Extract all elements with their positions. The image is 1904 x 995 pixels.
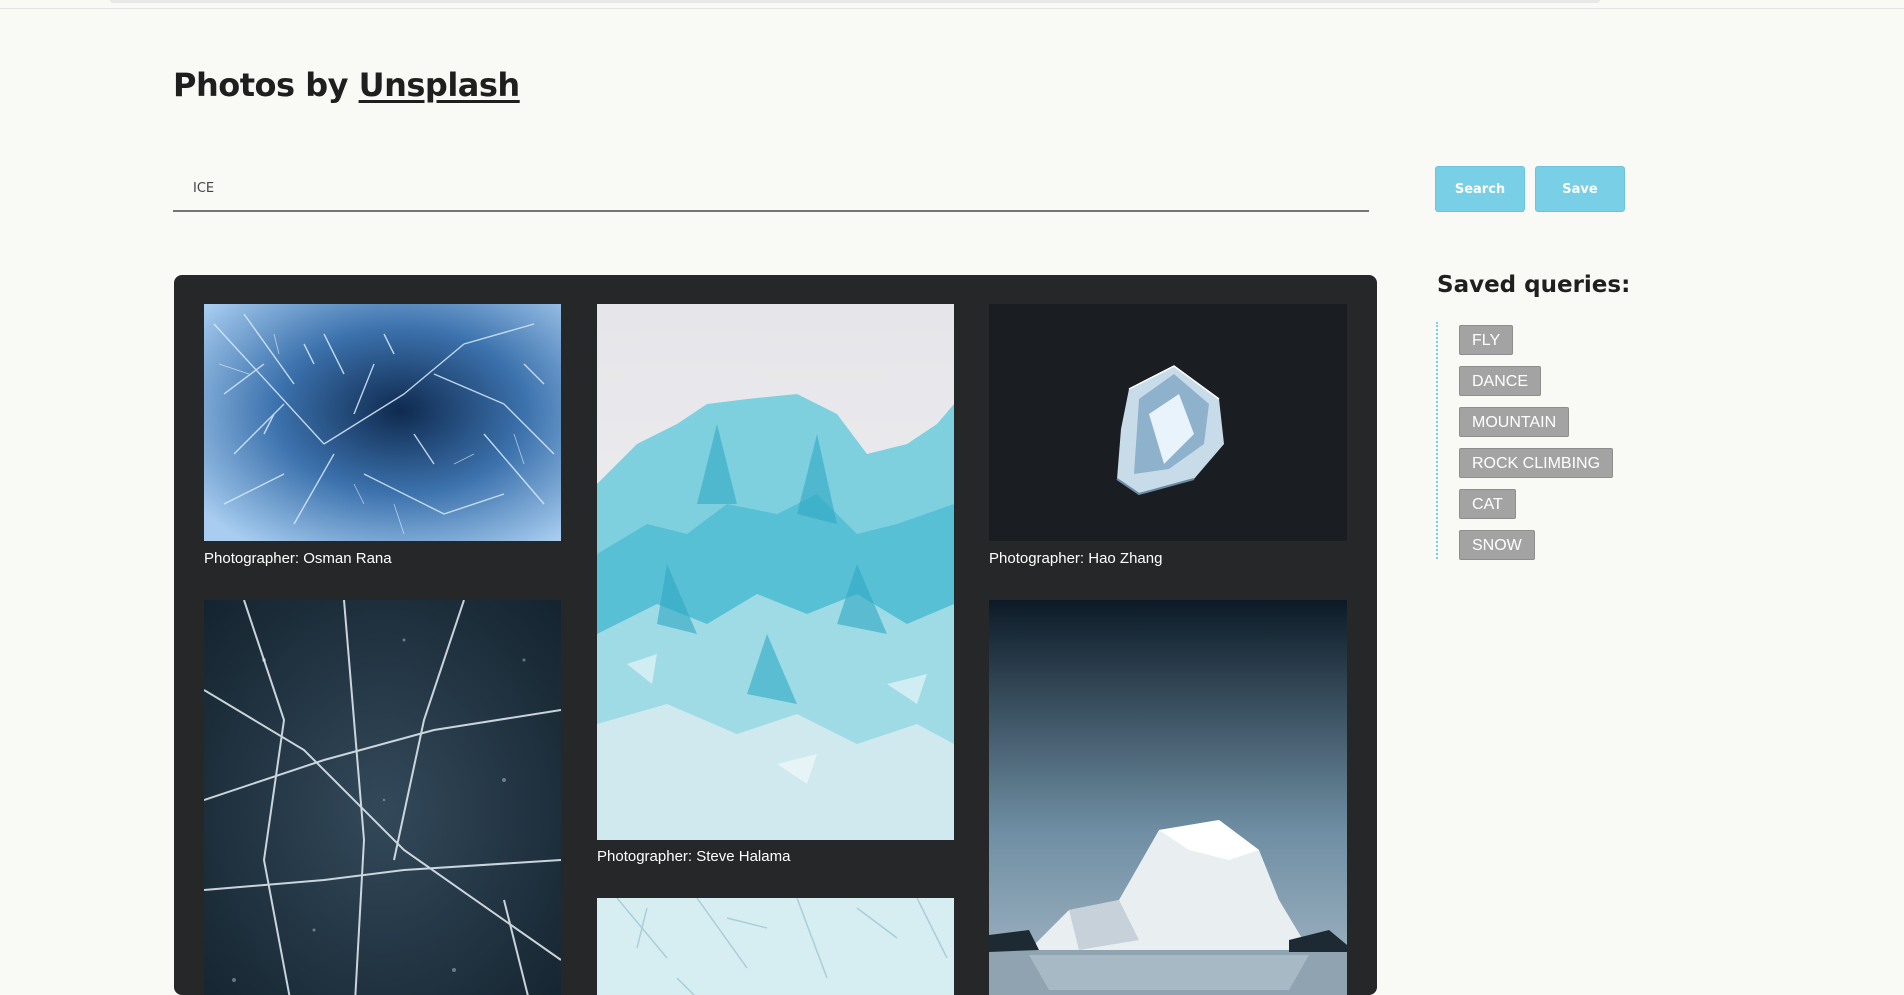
- frost-pattern-image: [597, 898, 954, 995]
- saved-query-tag[interactable]: ROCK CLIMBING: [1459, 448, 1614, 478]
- address-bar-edge: [110, 0, 1600, 3]
- iceberg-image: [989, 600, 1347, 995]
- photo-frost-crystals[interactable]: [204, 304, 561, 541]
- saved-query-tag[interactable]: DANCE: [1459, 366, 1542, 396]
- photo-iceberg[interactable]: [989, 600, 1347, 995]
- photo-ice-cube[interactable]: [989, 304, 1347, 541]
- page-title: Photos by Unsplash: [173, 66, 520, 104]
- saved-query-tag[interactable]: SNOW: [1459, 530, 1535, 560]
- photo-glacier-ice[interactable]: [597, 304, 954, 840]
- saved-query-tag[interactable]: CAT: [1459, 489, 1516, 519]
- browser-top-bar: [0, 0, 1904, 9]
- photo-caption: Photographer: Steve Halama: [597, 848, 791, 865]
- glacier-ice-image: [597, 304, 954, 840]
- search-button[interactable]: Search: [1435, 166, 1525, 212]
- unsplash-link[interactable]: Unsplash: [359, 66, 521, 104]
- saved-query-tag[interactable]: MOUNTAIN: [1459, 407, 1570, 437]
- photo-caption: Photographer: Osman Rana: [204, 550, 392, 567]
- saved-queries-list: FLY DANCE MOUNTAIN ROCK CLIMBING CAT SNO…: [1436, 322, 1638, 560]
- photo-caption: Photographer: Hao Zhang: [989, 550, 1163, 567]
- photo-cracked-ice[interactable]: [204, 600, 561, 995]
- ice-cube-image: [989, 304, 1347, 541]
- photo-frost-pattern[interactable]: [597, 898, 954, 995]
- save-button[interactable]: Save: [1535, 166, 1625, 212]
- search-input[interactable]: [173, 166, 1369, 212]
- cracked-ice-image: [204, 600, 561, 995]
- saved-query-tag[interactable]: FLY: [1459, 325, 1514, 355]
- saved-queries-title: Saved queries:: [1437, 272, 1631, 298]
- page-title-prefix: Photos by: [173, 66, 359, 104]
- photo-gallery: Photographer: Osman Rana Photographer: S…: [174, 275, 1377, 995]
- frost-crystals-image: [204, 304, 561, 541]
